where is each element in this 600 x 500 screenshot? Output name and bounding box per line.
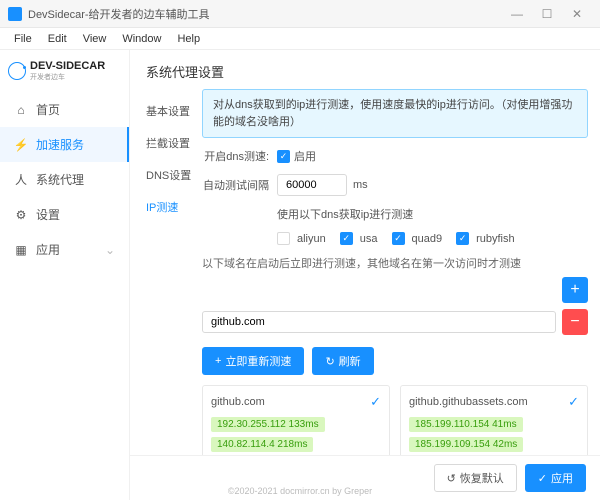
maximize-button[interactable]: ☐ [532, 7, 562, 21]
enable-text: 启用 [294, 148, 316, 164]
page-title: 系统代理设置 [130, 50, 600, 89]
refresh-button[interactable]: ↻刷新 [312, 347, 373, 375]
dns-hint: 使用以下dns获取ip进行测速 [277, 206, 413, 222]
tab-basic[interactable]: 基本设置 [142, 95, 202, 127]
ip-pill: 140.82.114.4 218ms [211, 437, 313, 452]
menubar: File Edit View Window Help [0, 28, 600, 50]
check-icon: ✓ [370, 394, 381, 410]
window-title: DevSidecar-给开发者的边车辅助工具 [28, 6, 502, 22]
sidebar-item-label: 系统代理 [36, 171, 84, 188]
chevron-down-icon: ⌄ [105, 243, 115, 257]
check-icon: ✓ [538, 472, 547, 485]
home-icon: ⌂ [14, 103, 28, 117]
sidebar-item-settings[interactable]: ⚙ 设置 [0, 197, 129, 232]
gear-icon: ⚙ [14, 208, 28, 222]
logo-sub: 开发者边车 [30, 72, 105, 82]
menu-help[interactable]: Help [169, 33, 208, 45]
result-domain: github.githubassets.com [409, 396, 528, 408]
tab-ipspeed[interactable]: IP测速 [142, 191, 202, 223]
ip-pill: 192.30.255.112 133ms [211, 417, 325, 432]
interval-unit: ms [353, 179, 368, 191]
retest-button[interactable]: +立即重新测速 [202, 347, 304, 375]
info-alert: 对从dns获取到的ip进行测速，使用速度最快的ip进行访问。（对使用增强功能的域… [202, 89, 588, 138]
undo-icon: ↺ [447, 472, 456, 485]
sidebar-item-home[interactable]: ⌂ 首页 [0, 92, 129, 127]
provider-checkbox-usa[interactable]: ✓ [340, 232, 353, 245]
provider-checkbox-rubyfish[interactable]: ✓ [456, 232, 469, 245]
ip-pill: 185.199.109.154 42ms [409, 437, 523, 452]
sidebar-item-label: 加速服务 [36, 136, 84, 153]
refresh-icon: ↻ [325, 355, 334, 368]
tab-intercept[interactable]: 拦截设置 [142, 127, 202, 159]
add-domain-button[interactable]: + [562, 277, 588, 303]
user-icon: 人 [14, 173, 28, 187]
sidebar-item-label: 应用 [36, 241, 60, 258]
result-card: github.com ✓ 192.30.255.112 133ms 140.82… [202, 385, 390, 455]
menu-file[interactable]: File [6, 33, 40, 45]
close-button[interactable]: ✕ [562, 7, 592, 21]
provider-label: rubyfish [476, 233, 515, 245]
enable-checkbox[interactable]: ✓ [277, 150, 290, 163]
domain-hint: 以下域名在启动后立即进行测速，其他域名在第一次访问时才测速 [202, 255, 588, 271]
sidebar-item-apps[interactable]: ▦ 应用 ⌄ [0, 232, 129, 267]
menu-edit[interactable]: Edit [40, 33, 75, 45]
provider-checkbox-quad9[interactable]: ✓ [392, 232, 405, 245]
enable-label: 开启dns测速: [202, 148, 277, 164]
sidebar: DEV-SIDECAR 开发者边车 ⌂ 首页 ⚡ 加速服务 人 系统代理 ⚙ 设… [0, 50, 130, 500]
plus-icon: + [215, 355, 221, 367]
minimize-button[interactable]: — [502, 7, 532, 21]
sidebar-item-accelerate[interactable]: ⚡ 加速服务 [0, 127, 129, 162]
provider-label: usa [360, 233, 378, 245]
provider-label: aliyun [297, 233, 326, 245]
apply-button[interactable]: ✓应用 [525, 464, 586, 492]
titlebar: DevSidecar-给开发者的边车辅助工具 — ☐ ✕ [0, 0, 600, 28]
tab-dns[interactable]: DNS设置 [142, 159, 202, 191]
interval-label: 自动测试间隔 [202, 177, 277, 193]
grid-icon: ▦ [14, 243, 28, 257]
app-icon [8, 7, 22, 21]
restore-button[interactable]: ↺恢复默认 [434, 464, 517, 492]
provider-checkbox-aliyun[interactable] [277, 232, 290, 245]
ip-pill: 185.199.110.154 41ms [409, 417, 523, 432]
logo: DEV-SIDECAR 开发者边车 [0, 50, 129, 92]
provider-label: quad9 [412, 233, 443, 245]
menu-window[interactable]: Window [114, 33, 169, 45]
tab-list: 基本设置 拦截设置 DNS设置 IP测速 [142, 89, 202, 455]
interval-input[interactable] [277, 174, 347, 196]
bolt-icon: ⚡ [14, 138, 28, 152]
copyright: ©2020-2021 docmirror.cn by Greper [228, 486, 372, 496]
logo-text: DEV-SIDECAR [30, 60, 105, 72]
sidebar-item-label: 首页 [36, 101, 60, 118]
remove-domain-button[interactable]: − [562, 309, 588, 335]
logo-icon [8, 62, 26, 80]
result-card: github.githubassets.com ✓ 185.199.110.15… [400, 385, 588, 455]
check-icon: ✓ [568, 394, 579, 410]
sidebar-item-proxy[interactable]: 人 系统代理 [0, 162, 129, 197]
menu-view[interactable]: View [75, 33, 115, 45]
sidebar-item-label: 设置 [36, 206, 60, 223]
result-domain: github.com [211, 396, 265, 408]
domain-input[interactable] [202, 311, 556, 333]
